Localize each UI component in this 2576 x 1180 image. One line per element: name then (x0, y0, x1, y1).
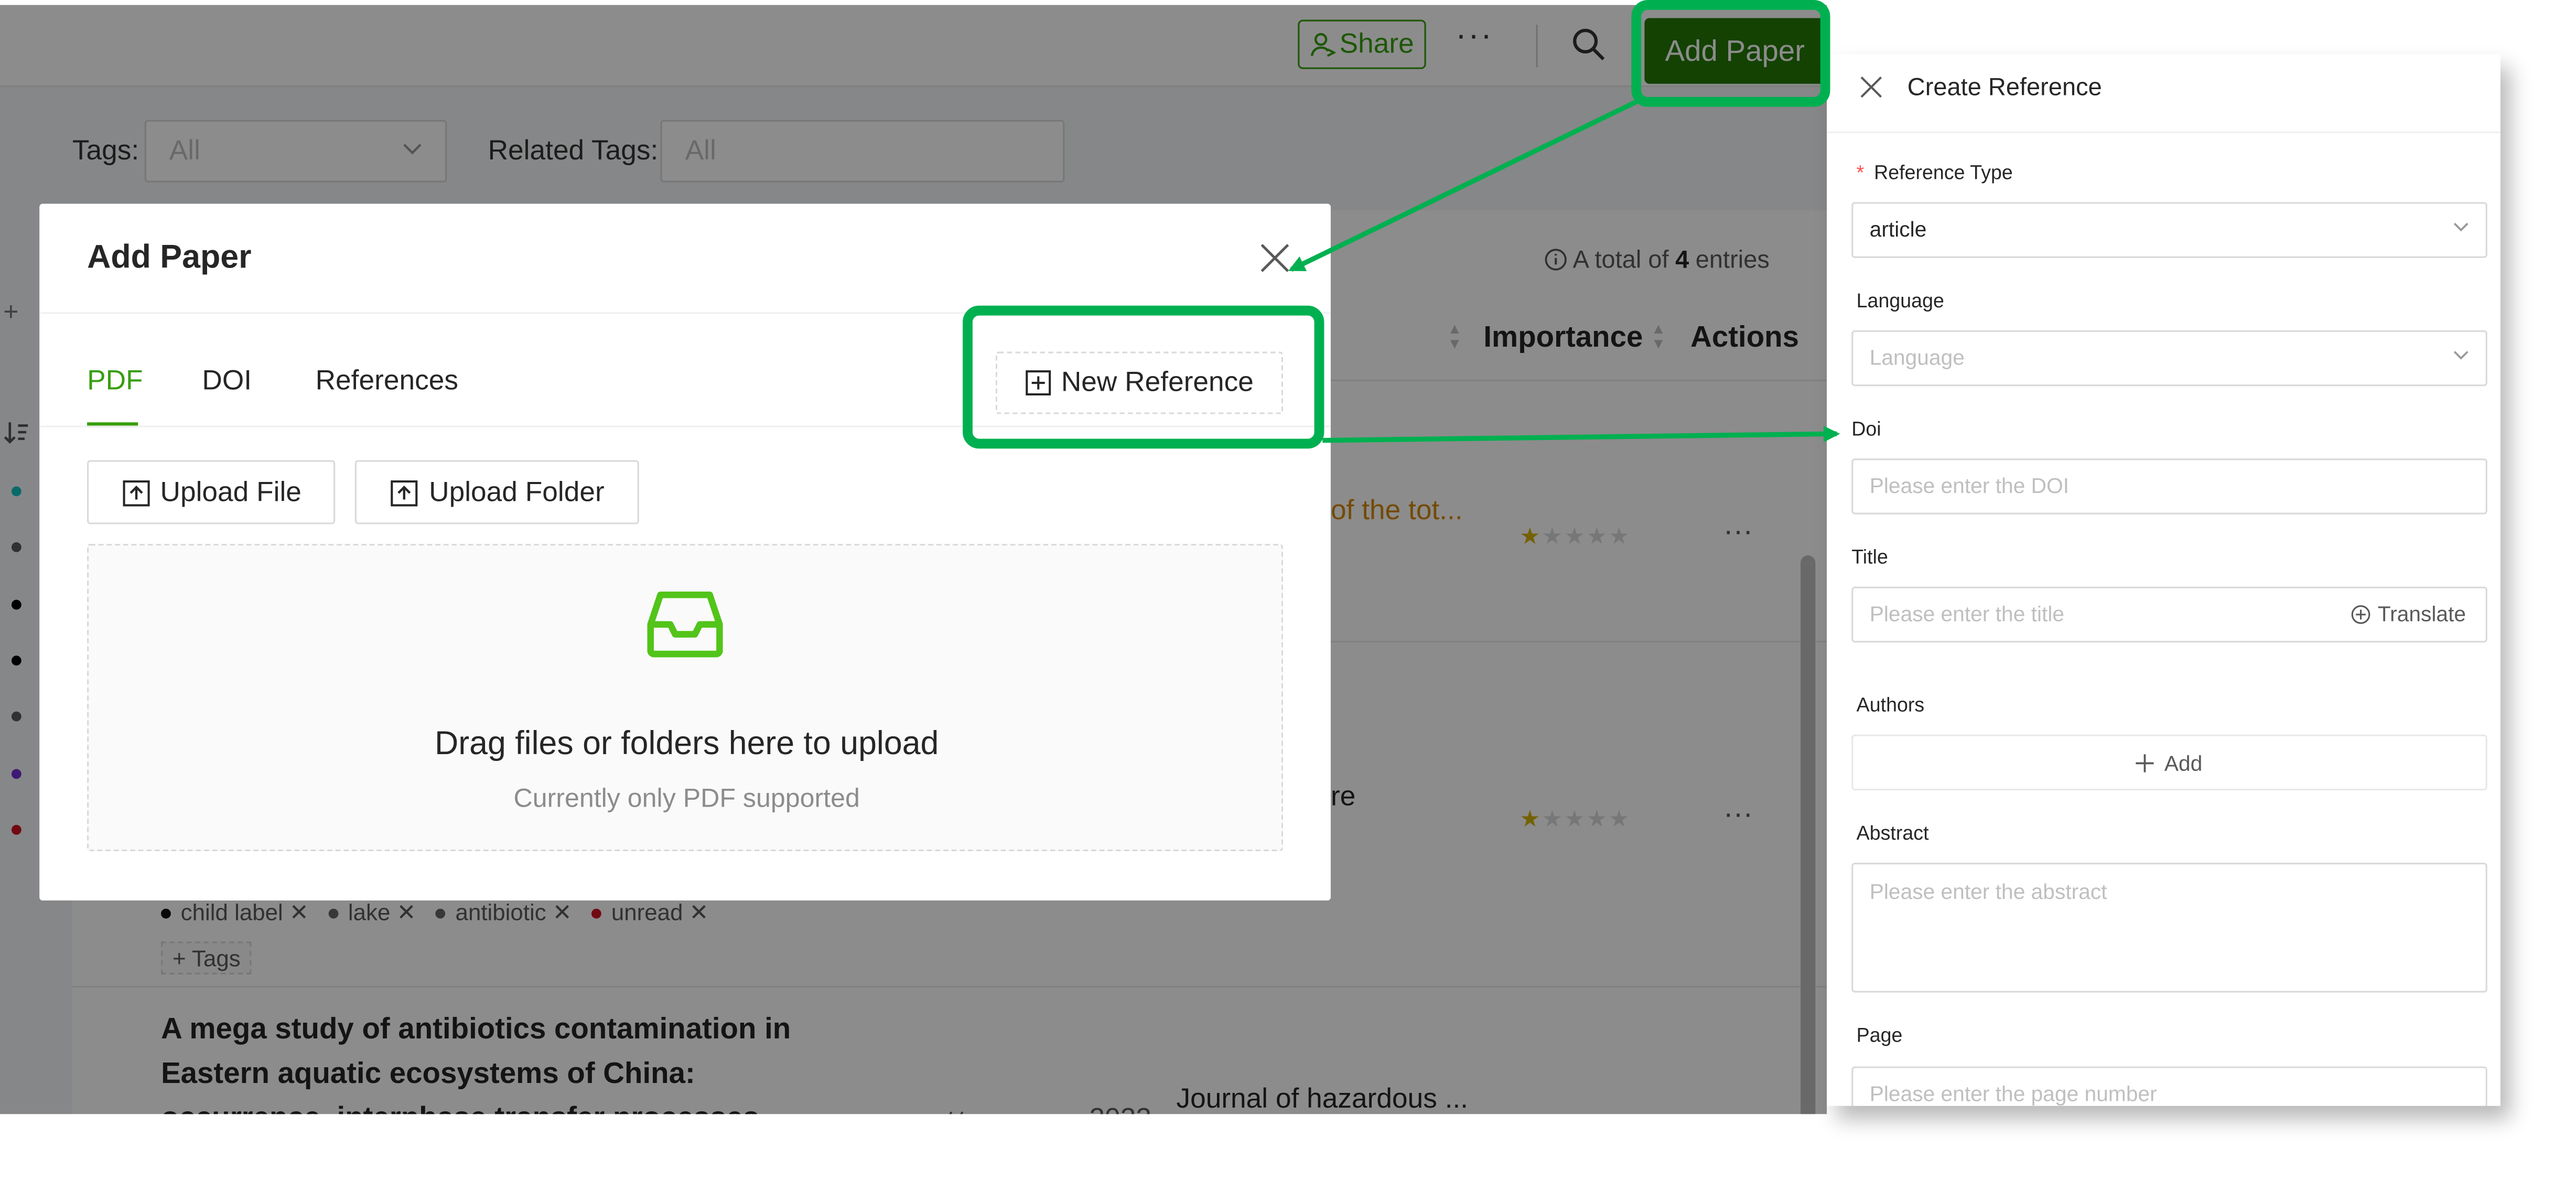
screenshot-stage: Share ··· Add Paper Tags: All Related Ta… (0, 0, 2576, 1180)
arrow-to-doi-field (1322, 425, 1840, 443)
annotation-arrows (1288, 96, 1840, 443)
arrow-to-modal-close (1288, 96, 1644, 272)
